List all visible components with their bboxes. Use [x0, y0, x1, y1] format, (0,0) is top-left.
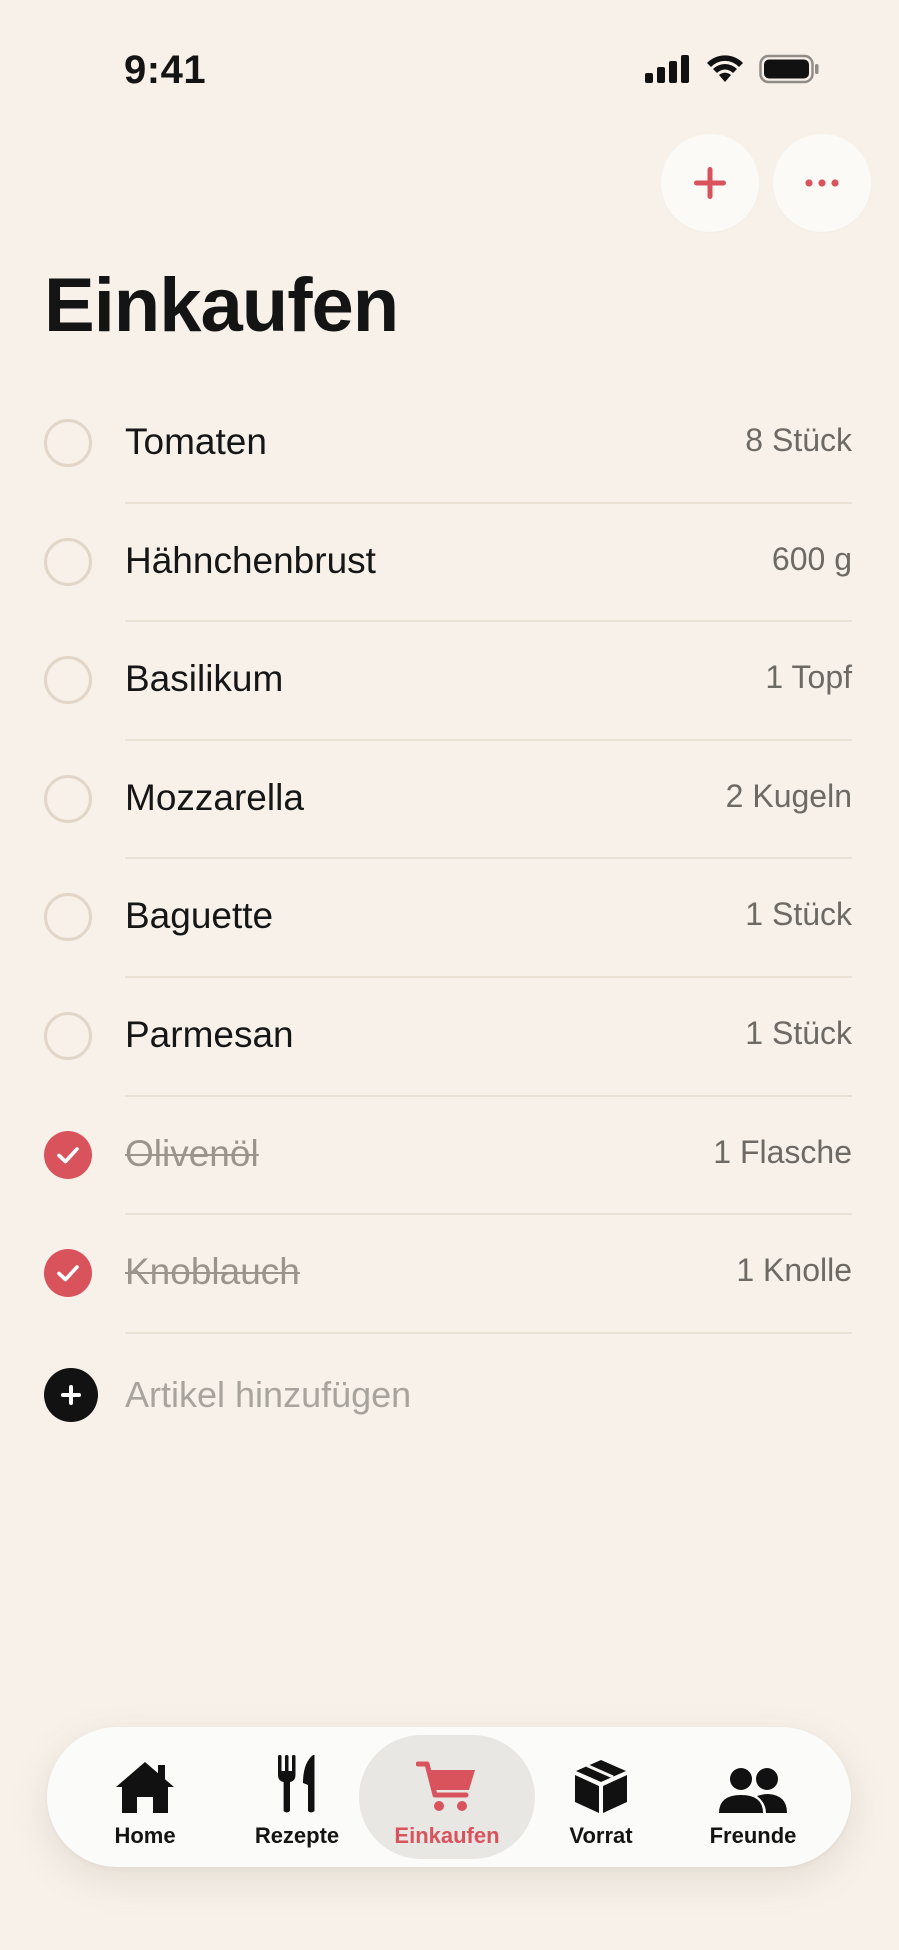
- status-time: 9:41: [124, 48, 207, 92]
- plus-icon: [61, 1385, 81, 1405]
- checkbox[interactable]: [44, 537, 92, 586]
- item-quantity: 1 Topf: [765, 659, 852, 696]
- battery-icon: [759, 54, 819, 84]
- item-name: Basilikum: [125, 658, 284, 700]
- tab-label: Home: [114, 1823, 176, 1848]
- cart-icon: [416, 1761, 475, 1811]
- tab-label: Vorrat: [569, 1823, 633, 1848]
- item-quantity: 1 Stück: [745, 1014, 852, 1051]
- item-name: Baguette: [125, 895, 274, 937]
- item-name: Hähnchenbrust: [125, 539, 376, 581]
- list-item[interactable]: Basilikum 1 Topf: [0, 622, 899, 741]
- item-name: Olivenöl: [125, 1132, 259, 1174]
- tab-label: Einkaufen: [394, 1823, 500, 1848]
- item-quantity: 2 Kugeln: [725, 777, 852, 814]
- checkbox[interactable]: [44, 419, 92, 467]
- more-button[interactable]: [773, 134, 871, 232]
- list-item[interactable]: Parmesan 1 Stück: [0, 978, 899, 1097]
- checkmark-icon: [57, 1146, 79, 1163]
- list-item[interactable]: Olivenöl 1 Flasche: [0, 1097, 899, 1216]
- tab-label: Rezepte: [254, 1823, 340, 1848]
- wifi-icon: [707, 55, 743, 82]
- item-name: Parmesan: [125, 1013, 294, 1055]
- list-item[interactable]: Baguette 1 Stück: [0, 859, 899, 978]
- item-quantity: 1 Stück: [745, 896, 852, 933]
- plus-icon: [694, 167, 726, 199]
- tab-bar: Home Rezepte Einkaufen Vorrat Freunde: [47, 1727, 851, 1867]
- cellular-signal-icon: [645, 55, 689, 83]
- item-quantity: 1 Flasche: [713, 1133, 852, 1170]
- fork-knife-icon: [278, 1755, 315, 1813]
- item-quantity: 8 Stück: [745, 422, 852, 458]
- checkbox[interactable]: [44, 893, 92, 942]
- box-icon: [575, 1760, 627, 1813]
- item-quantity: 1 Knolle: [736, 1252, 852, 1289]
- list-item[interactable]: Knoblauch 1 Knolle: [0, 1215, 899, 1334]
- tab-freunde[interactable]: Freunde: [665, 1735, 841, 1859]
- checkbox-checked[interactable]: [44, 1130, 92, 1179]
- status-icons: [645, 54, 819, 84]
- plus-circle-icon[interactable]: [44, 1368, 98, 1422]
- list-item[interactable]: Mozzarella 2 Kugeln: [0, 741, 899, 860]
- tab-vorrat[interactable]: Vorrat: [513, 1735, 689, 1859]
- tab-label: Freunde: [709, 1823, 797, 1848]
- add-item-label: Artikel hinzufügen: [125, 1374, 412, 1415]
- shopping-list: Tomaten 8 Stück Hähnchenbrust 600 g Basi…: [0, 385, 899, 1334]
- page-title: Einkaufen: [44, 263, 399, 348]
- tab-einkaufen[interactable]: Einkaufen: [359, 1735, 535, 1859]
- ellipsis-icon: [805, 179, 839, 187]
- checkbox[interactable]: [44, 656, 92, 705]
- item-name: Mozzarella: [125, 776, 304, 818]
- list-item[interactable]: Hähnchenbrust 600 g: [0, 504, 899, 623]
- add-item-row[interactable]: Artikel hinzufügen: [0, 1334, 899, 1452]
- checkmark-icon: [57, 1265, 79, 1282]
- checkbox[interactable]: [44, 774, 92, 823]
- list-item[interactable]: Tomaten 8 Stück: [0, 385, 899, 504]
- tab-home[interactable]: Home: [57, 1735, 233, 1859]
- checkbox-checked[interactable]: [44, 1249, 92, 1298]
- checkbox[interactable]: [44, 1011, 92, 1060]
- add-button[interactable]: [661, 134, 759, 232]
- item-name: Tomaten: [125, 421, 267, 462]
- people-icon: [719, 1768, 787, 1813]
- item-quantity: 600 g: [771, 540, 852, 577]
- item-name: Knoblauch: [125, 1251, 300, 1293]
- house-icon: [116, 1762, 174, 1813]
